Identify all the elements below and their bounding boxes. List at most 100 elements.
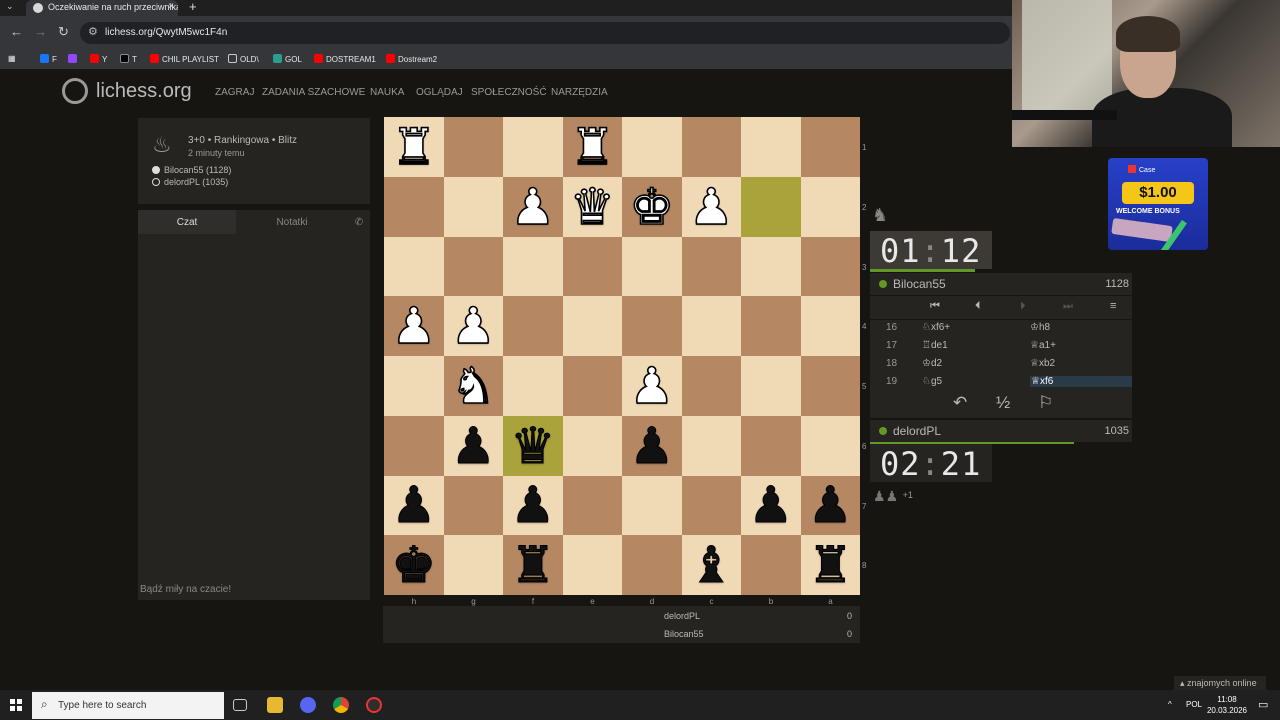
board-square[interactable]: ♜ (384, 117, 444, 177)
board-square[interactable] (681, 236, 741, 297)
nav-learn[interactable]: NAUKA (370, 87, 404, 98)
board-square[interactable]: ♟ (443, 296, 503, 356)
bookmark-f[interactable]: F (40, 54, 57, 64)
nav-puzzles[interactable]: ZADANIA SZACHOWE (262, 87, 365, 98)
board-square[interactable] (681, 296, 741, 356)
nav-community[interactable]: SPOŁECZNOŚĆ (471, 87, 547, 98)
obs-icon[interactable] (366, 697, 382, 713)
board-square[interactable]: ♟ (503, 176, 563, 237)
board-square[interactable] (562, 535, 622, 595)
friends-online[interactable]: ▴ znajomych online (1174, 676, 1266, 690)
black-pawn-icon[interactable]: ♟ (391, 480, 437, 531)
site-info-icon[interactable]: ⚙ (88, 25, 98, 38)
move-white[interactable]: ♖de1 (922, 340, 948, 351)
white-rook-icon[interactable]: ♜ (391, 121, 437, 173)
board-square[interactable] (681, 475, 741, 536)
white-pawn-icon[interactable]: ♟ (629, 360, 675, 412)
player-name-row[interactable]: delordPL 1035 (870, 420, 1132, 442)
tab-search-icon[interactable]: ⌄ (6, 1, 14, 12)
lichess-logo-icon[interactable] (62, 78, 88, 104)
tab-chat[interactable]: Czat (138, 210, 236, 234)
discord-icon[interactable] (300, 697, 316, 713)
language-indicator[interactable]: POL (1186, 700, 1202, 709)
board-square[interactable]: ♟ (503, 475, 563, 536)
system-clock[interactable]: 11:08 20.03.2026 (1206, 694, 1248, 716)
taskbar-search[interactable]: ⌕ Type here to search (32, 692, 224, 719)
tray-chevron-icon[interactable]: ^ (1168, 700, 1172, 709)
board-square[interactable] (443, 535, 503, 595)
board-square[interactable] (622, 475, 682, 536)
board-square[interactable] (622, 236, 682, 297)
forward-icon[interactable]: → (34, 24, 47, 39)
white-knight-icon[interactable]: ♞ (450, 360, 496, 412)
reload-icon[interactable]: ↻ (58, 24, 69, 40)
board-square[interactable] (443, 236, 503, 297)
black-bishop-icon[interactable]: ♝ (688, 540, 734, 591)
board-square[interactable] (800, 176, 860, 237)
move-black[interactable]: ♕xb2 (1030, 358, 1055, 369)
new-tab-icon[interactable]: + (189, 0, 197, 14)
move-black[interactable]: ♕a1+ (1030, 340, 1056, 351)
takeback-icon[interactable]: ↶ (953, 393, 967, 413)
board-square[interactable] (443, 475, 503, 536)
board-square[interactable] (741, 535, 801, 595)
last-move-icon[interactable]: ⏭ (1063, 300, 1073, 313)
board-square[interactable] (741, 296, 801, 356)
nav-play[interactable]: ZAGRAJ (215, 87, 254, 98)
board-square[interactable] (562, 475, 622, 536)
bookmark-twitch[interactable] (68, 54, 80, 64)
site-logo[interactable]: lichess.org (96, 80, 192, 103)
board-square[interactable] (562, 415, 622, 476)
board-square[interactable] (384, 356, 444, 416)
board-square[interactable] (681, 117, 741, 177)
board-square[interactable] (562, 296, 622, 356)
board-square[interactable] (741, 176, 801, 237)
board-square[interactable]: ♞ (443, 356, 503, 416)
board-square[interactable] (443, 117, 503, 177)
move-black-current[interactable]: ♕xf6 (1030, 376, 1132, 387)
board-square[interactable] (503, 296, 563, 356)
board-square[interactable] (800, 117, 860, 177)
board-square[interactable]: ♛ (503, 415, 563, 476)
board-square[interactable] (503, 236, 563, 297)
board-square[interactable] (503, 356, 563, 416)
back-icon[interactable]: ← (10, 24, 23, 39)
board-square[interactable]: ♚ (384, 535, 444, 595)
board-square[interactable] (681, 356, 741, 416)
board-square[interactable]: ♜ (503, 535, 563, 595)
black-pawn-icon[interactable]: ♟ (748, 480, 794, 531)
board-square[interactable] (622, 296, 682, 356)
bookmark-gol[interactable]: GOL (273, 54, 302, 64)
bookmark-chil-playlist[interactable]: CHIL PLAYLIST (150, 54, 219, 64)
resign-flag-icon[interactable]: ⚐ (1038, 393, 1053, 413)
board-square[interactable] (741, 415, 801, 476)
bookmark-dostream2[interactable]: Dostream2 (386, 54, 437, 64)
board-square[interactable]: ♟ (681, 176, 741, 237)
black-pawn-icon[interactable]: ♟ (450, 420, 496, 471)
move-white[interactable]: ♘g5 (922, 376, 942, 387)
board-square[interactable] (741, 236, 801, 297)
bookmark-y[interactable]: Y (90, 54, 107, 64)
board-square[interactable]: ♟ (741, 475, 801, 536)
black-pawn-icon[interactable]: ♟ (807, 480, 853, 531)
white-pawn-icon[interactable]: ♟ (688, 181, 734, 233)
white-pawn-icon[interactable]: ♟ (391, 300, 437, 352)
move-white[interactable]: ♔d2 (922, 358, 942, 369)
move-white[interactable]: ♘xf6+ (922, 322, 950, 333)
black-king-icon[interactable]: ♚ (391, 540, 437, 591)
black-queen-icon[interactable]: ♛ (510, 420, 556, 471)
board-square[interactable]: ♟ (622, 356, 682, 416)
opponent-name-row[interactable]: Bilocan55 1128 (870, 273, 1132, 295)
board-square[interactable] (384, 236, 444, 297)
board-square[interactable] (384, 415, 444, 476)
board-square[interactable]: ♟ (384, 475, 444, 536)
board-square[interactable]: ♜ (562, 117, 622, 177)
task-view-icon[interactable] (233, 699, 247, 711)
board-square[interactable] (800, 356, 860, 416)
apps-icon[interactable]: ▦ (8, 54, 16, 63)
board-square[interactable] (681, 415, 741, 476)
black-rook-icon[interactable]: ♜ (807, 540, 853, 591)
white-player-link[interactable]: Bilocan55 (1128) (152, 165, 231, 175)
offer-draw-icon[interactable]: ½ (996, 393, 1010, 413)
bookmark-old[interactable]: OLD\ (228, 54, 259, 64)
